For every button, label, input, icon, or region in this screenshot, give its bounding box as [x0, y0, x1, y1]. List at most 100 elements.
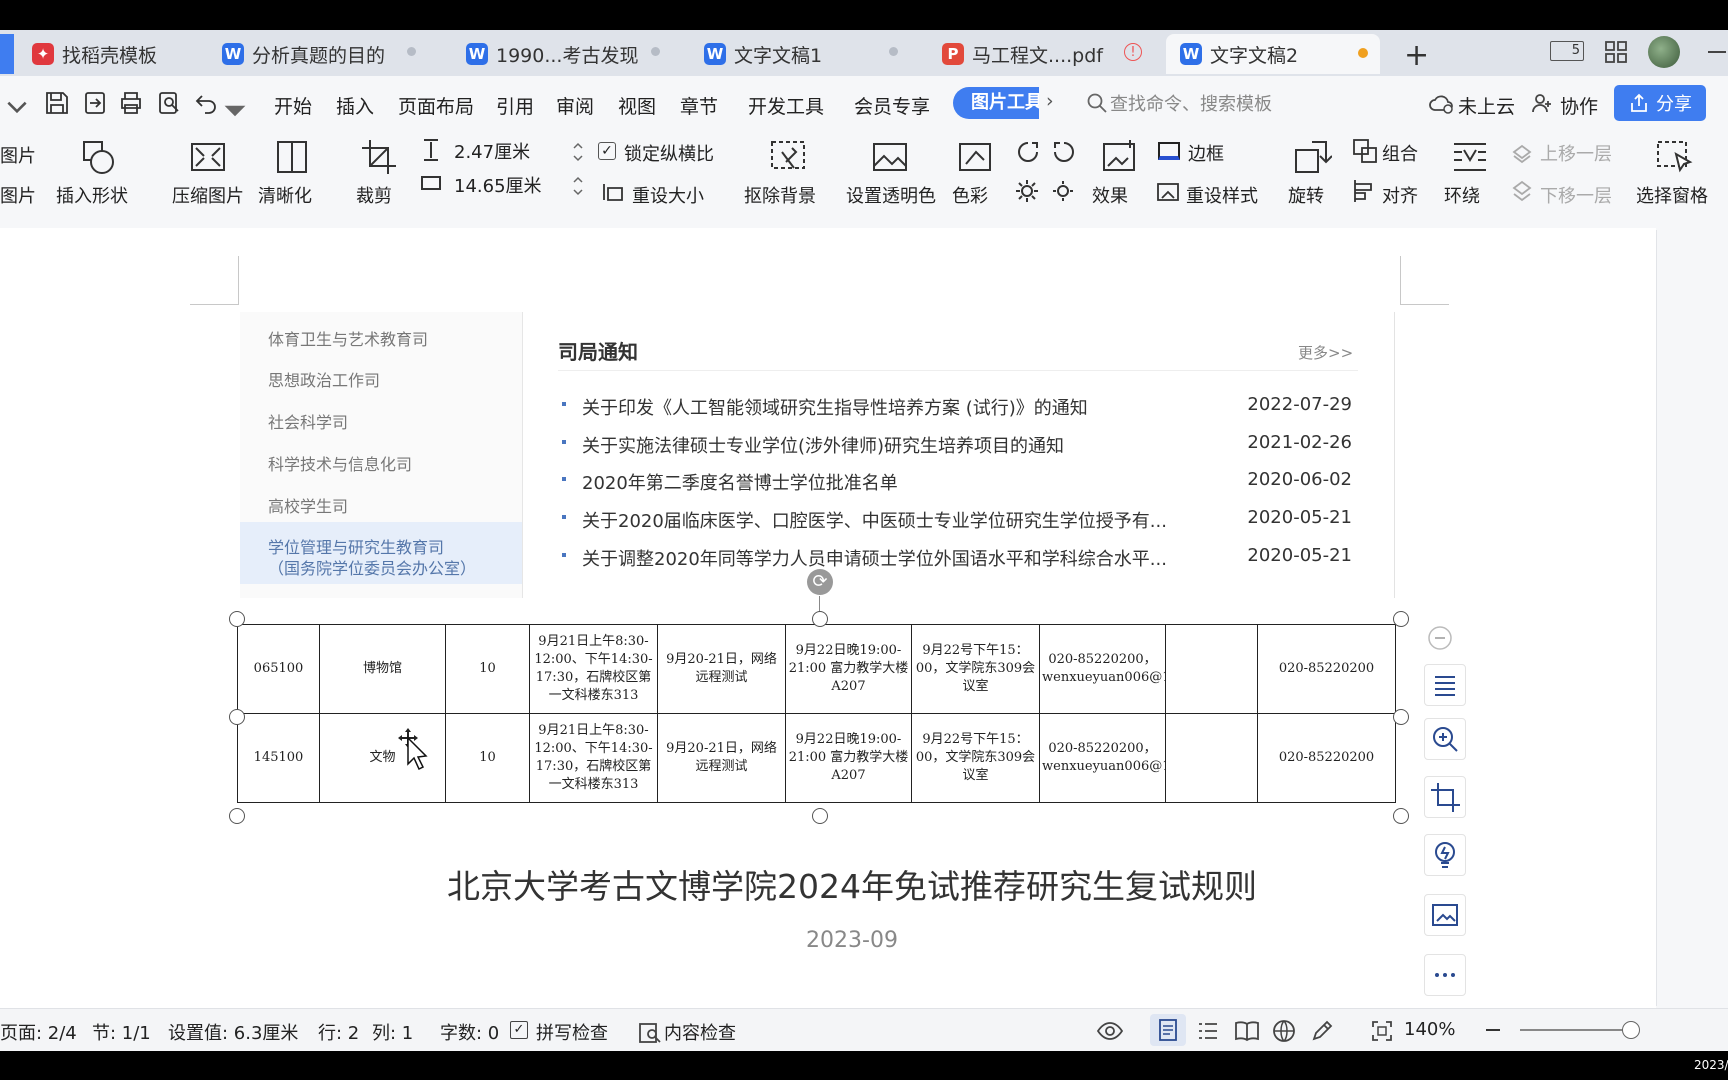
close-icon[interactable]	[889, 47, 898, 56]
cloud-status[interactable]: 未上云	[1458, 92, 1515, 119]
tab-pdf[interactable]: P 马工程文....pdf !	[928, 34, 1150, 74]
table-image[interactable]: 065100 博物馆 10 9月21日上午8:30-12:00、下午14:30-…	[237, 624, 1396, 803]
window-list-button[interactable]: 5	[1550, 41, 1584, 61]
share-button[interactable]: 分享	[1614, 85, 1706, 121]
collapse-panel-button[interactable]	[1424, 622, 1464, 662]
brightness-down-icon[interactable]	[1052, 140, 1076, 164]
status-page[interactable]: 页面: 2/4	[0, 1019, 77, 1045]
apps-grid-icon[interactable]	[1604, 40, 1628, 64]
save-icon[interactable]	[44, 90, 70, 116]
undo-icon[interactable]	[194, 90, 220, 116]
avatar[interactable]	[1648, 36, 1680, 68]
more-options-button[interactable]	[1424, 954, 1466, 996]
resize-handle[interactable]	[229, 808, 245, 824]
spell-check-button[interactable]: 拼写检查	[536, 1019, 608, 1045]
menu-page-layout[interactable]: 页面布局	[398, 92, 474, 119]
more-tabs-icon[interactable]: ›	[1046, 90, 1054, 112]
search-icon[interactable]	[1086, 92, 1108, 114]
reset-size-button[interactable]: 重设大小	[632, 182, 704, 208]
menu-chapter[interactable]: 章节	[680, 92, 718, 119]
tab-archaeology[interactable]: W 1990...考古发现	[452, 34, 674, 74]
collaborate-button[interactable]: 协作	[1560, 92, 1598, 119]
resize-handle[interactable]	[229, 709, 245, 725]
resize-handle[interactable]	[812, 808, 828, 824]
crop-side-button[interactable]	[1424, 776, 1466, 818]
smart-button[interactable]	[1424, 834, 1466, 876]
wrap-text-button[interactable]: 环绕	[1444, 182, 1480, 208]
minimize-icon[interactable]	[1708, 51, 1726, 53]
group-button[interactable]: 组合	[1382, 140, 1418, 166]
search-input[interactable]: 查找命令、搜索模板	[1110, 90, 1272, 116]
align-button[interactable]: 对齐	[1382, 182, 1418, 208]
status-setting[interactable]: 设置值: 6.3厘米	[168, 1019, 298, 1045]
print-icon[interactable]	[118, 90, 144, 116]
zoom-image-button[interactable]	[1424, 718, 1466, 760]
close-icon[interactable]	[651, 47, 660, 56]
menu-view[interactable]: 视图	[618, 92, 656, 119]
menu-insert[interactable]: 插入	[336, 92, 374, 119]
reading-view-icon[interactable]	[1234, 1019, 1260, 1043]
resize-handle[interactable]	[1393, 709, 1409, 725]
web-view-icon[interactable]	[1272, 1019, 1296, 1043]
ribbon-partial-top[interactable]: 图片	[0, 142, 36, 168]
rotate-button[interactable]: 旋转	[1288, 182, 1324, 208]
remove-background-button[interactable]: 抠除背景	[744, 182, 816, 208]
contrast-up-icon[interactable]	[1014, 178, 1040, 204]
outline-view-icon[interactable]	[1196, 1019, 1220, 1043]
menu-review[interactable]: 审阅	[556, 92, 594, 119]
zoom-slider-thumb[interactable]	[1622, 1021, 1640, 1039]
zoom-level[interactable]: 140%	[1404, 1019, 1455, 1040]
reset-style-button[interactable]: 重设样式	[1186, 182, 1258, 208]
height-stepper-icon[interactable]	[572, 140, 584, 164]
resize-handle[interactable]	[229, 611, 245, 627]
page-view-button[interactable]	[1150, 1014, 1186, 1046]
resize-handle[interactable]	[1393, 611, 1409, 627]
border-button[interactable]: 边框	[1188, 140, 1224, 166]
undo-dropdown-icon[interactable]	[222, 98, 248, 124]
sharpen-button[interactable]: 清晰化	[258, 182, 312, 208]
menu-home[interactable]: 开始	[274, 92, 312, 119]
set-transparent-color-button[interactable]: 设置透明色	[846, 182, 936, 208]
zoom-slider[interactable]	[1520, 1029, 1628, 1031]
status-word-count[interactable]: 字数: 0	[440, 1019, 499, 1045]
tab-analysis[interactable]: W 分析真题的目的	[208, 34, 430, 74]
menu-references[interactable]: 引用	[496, 92, 534, 119]
brightness-up-icon[interactable]	[1016, 140, 1040, 164]
rotate-handle-icon[interactable]: ⟳	[807, 569, 833, 595]
fit-page-icon[interactable]	[1370, 1019, 1394, 1043]
tab-doc1[interactable]: W 文字文稿1	[690, 34, 912, 74]
contrast-down-icon[interactable]	[1050, 178, 1076, 204]
send-backward-button[interactable]: 下移一层	[1540, 182, 1612, 208]
layout-options-icon	[1435, 676, 1455, 696]
content-check-button[interactable]: 内容检查	[664, 1019, 736, 1045]
wrap-text-icon	[1454, 143, 1486, 171]
effects-button[interactable]: 效果	[1092, 182, 1128, 208]
insert-shape-button[interactable]: 插入形状	[56, 182, 128, 208]
width-stepper-icon[interactable]	[572, 174, 584, 198]
crop-button[interactable]: 裁剪	[356, 182, 392, 208]
tab-docer[interactable]: ✦ 找稻壳模板	[18, 34, 202, 74]
pen-icon[interactable]	[1310, 1019, 1334, 1043]
compress-picture-button[interactable]: 压缩图片	[172, 182, 244, 208]
resize-handle[interactable]	[812, 611, 828, 627]
tab-doc2[interactable]: W 文字文稿2	[1166, 34, 1380, 74]
bring-forward-button[interactable]: 上移一层	[1540, 140, 1612, 166]
menu-member[interactable]: 会员专享	[854, 92, 930, 119]
new-tab-button[interactable]: +	[1404, 38, 1429, 73]
eye-protection-icon[interactable]	[1096, 1019, 1124, 1043]
crop-icon	[1431, 783, 1460, 812]
image-tools-button[interactable]	[1424, 894, 1466, 936]
print-preview-icon[interactable]	[156, 90, 182, 116]
color-button[interactable]: 色彩	[952, 182, 988, 208]
layout-options-button[interactable]	[1424, 664, 1466, 706]
resize-handle[interactable]	[1393, 808, 1409, 824]
lock-ratio-checkbox[interactable]: ✓	[598, 142, 616, 160]
chevron-down-icon[interactable]	[4, 94, 30, 120]
selection-pane-button[interactable]: 选择窗格	[1636, 182, 1708, 208]
tab-picture-tools[interactable]: 图片工具	[953, 87, 1039, 119]
close-icon[interactable]	[407, 47, 416, 56]
zoom-out-icon[interactable]	[1486, 1029, 1500, 1031]
export-icon[interactable]	[82, 90, 108, 116]
menu-developer[interactable]: 开发工具	[748, 92, 824, 119]
ribbon-partial-bottom[interactable]: 图片	[0, 182, 36, 208]
